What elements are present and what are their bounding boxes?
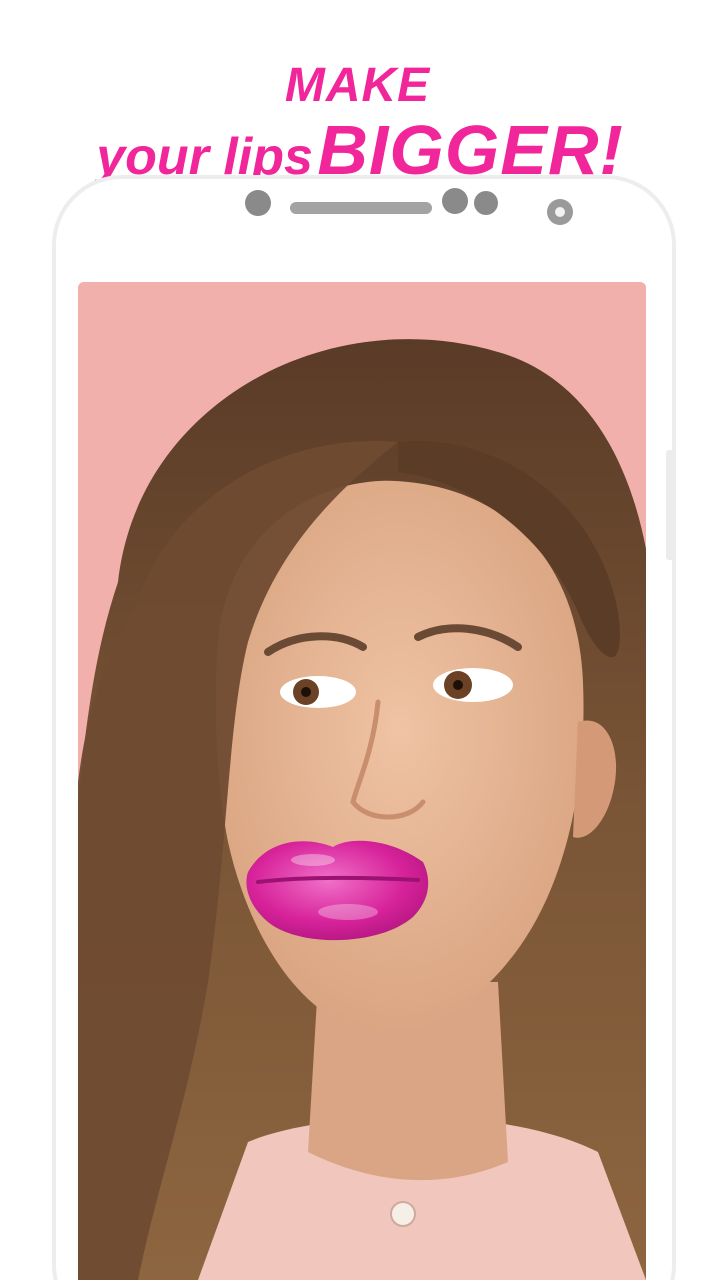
lips bbox=[246, 840, 429, 941]
lip-highlight-lower bbox=[318, 904, 378, 920]
front-camera-icon bbox=[442, 188, 468, 214]
front-camera-icon bbox=[474, 191, 498, 215]
front-camera-icon bbox=[245, 190, 271, 216]
lip-highlight-upper bbox=[291, 854, 335, 866]
app-promo-screen: MAKE your lips BIGGER! bbox=[0, 0, 720, 1280]
proximity-sensor-icon bbox=[547, 199, 573, 225]
headline-line-make: MAKE bbox=[284, 59, 431, 112]
left-pupil bbox=[301, 687, 311, 697]
shirt-button bbox=[390, 1201, 416, 1227]
right-pupil bbox=[453, 680, 463, 690]
woman-portrait-illustration bbox=[78, 282, 646, 1280]
phone-side-button bbox=[666, 450, 674, 560]
speaker-grille-icon bbox=[290, 202, 432, 214]
photo-preview bbox=[78, 282, 646, 1280]
